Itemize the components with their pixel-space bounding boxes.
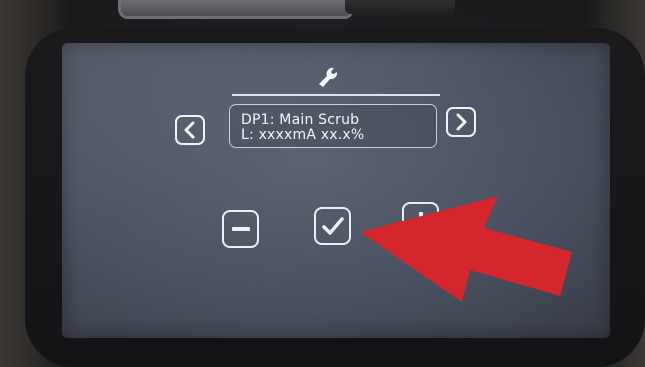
checkmark-icon [321, 217, 344, 235]
wrench-icon [319, 67, 338, 87]
device-top-part-dark [345, 0, 455, 14]
device-top-part [118, 0, 354, 19]
plus-icon [411, 212, 430, 230]
confirm-button[interactable] [314, 207, 351, 245]
increase-button[interactable] [402, 202, 439, 240]
touch-screen: DP1: Main Scrub L: xxxxmA xx.x% [62, 43, 610, 338]
next-button[interactable] [446, 107, 476, 137]
device-photo: DP1: Main Scrub L: xxxxmA xx.x% [0, 0, 645, 367]
previous-button[interactable] [175, 115, 205, 145]
parameter-name: DP1: Main Scrub [241, 112, 360, 128]
parameter-display: DP1: Main Scrub L: xxxxmA xx.x% [229, 104, 437, 148]
chevron-left-icon [184, 121, 195, 139]
header-divider [232, 94, 440, 96]
decrease-button[interactable] [222, 210, 259, 248]
parameter-value: L: xxxxmA xx.x% [241, 127, 365, 143]
chevron-right-icon [456, 113, 467, 131]
minus-icon [231, 227, 250, 231]
